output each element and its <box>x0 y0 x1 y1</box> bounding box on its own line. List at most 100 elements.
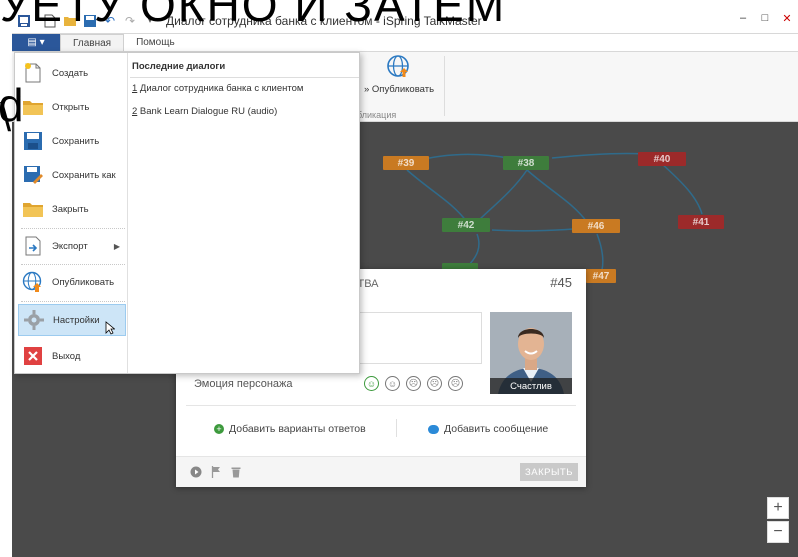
menu-item-label: Создать <box>52 67 89 79</box>
recent-dialogues-panel: Последние диалоги 1 Диалог сотрудника ба… <box>130 53 359 373</box>
emotion-neutral-icon[interactable]: ☹ <box>406 376 421 391</box>
close-window-button[interactable]: ✕ <box>776 8 798 28</box>
menu-item-save[interactable]: Сохранить <box>18 125 126 157</box>
maximize-button[interactable]: □ <box>754 8 776 28</box>
menu-separator <box>21 264 125 265</box>
file-menu-button[interactable]: ▤ ▾ <box>12 34 60 51</box>
new-document-icon <box>22 62 44 84</box>
menu-item-export[interactable]: Экспорт ▶ <box>18 230 126 262</box>
close-card-button[interactable]: ЗАКРЫТЬ <box>520 463 578 481</box>
recent-title: Последние диалоги <box>132 61 226 72</box>
quick-access-toolbar: ↶ ↷ ▾ <box>42 13 158 29</box>
tab-help[interactable]: Помощь <box>124 34 187 51</box>
recent-item-2[interactable]: 2 Bank Learn Dialogue RU (audio) <box>132 106 277 117</box>
zoom-out-button[interactable]: − <box>767 521 789 543</box>
overlay-caption-side-2: \ <box>0 96 12 140</box>
ribbon-group-label: бликация <box>357 110 397 120</box>
app-window: ↶ ↷ ▾ Диалог сотрудника банка с клиентом… <box>0 0 798 557</box>
add-message-button[interactable]: Добавить сообщение <box>428 423 548 435</box>
new-doc-icon[interactable] <box>42 13 58 29</box>
menu-separator <box>21 228 125 229</box>
publish-button[interactable]: » Опубликовать <box>357 54 441 104</box>
menu-item-publish[interactable]: Опубликовать <box>18 266 126 298</box>
menu-item-settings[interactable]: Настройки <box>18 304 126 336</box>
menu-item-label: Сохранить <box>52 135 100 147</box>
add-plus-icon: + <box>214 424 224 434</box>
add-answers-button[interactable]: + Добавить варианты ответов <box>214 423 366 435</box>
emotion-smile-icon[interactable]: ☺ <box>385 376 400 391</box>
recent-item-label: Диалог сотрудника банка с клиентом <box>137 83 304 94</box>
emotion-caption: Счастлив <box>490 378 572 394</box>
exit-icon <box>22 345 44 367</box>
emotion-selector: ☺ ☺ ☹ ☹ ☹ <box>364 376 463 391</box>
save-as-icon <box>22 164 44 186</box>
close-folder-icon <box>22 198 44 220</box>
folder-icon <box>22 96 44 118</box>
open-folder-icon[interactable] <box>62 13 78 29</box>
menu-item-label: Закрыть <box>52 203 89 215</box>
node-39[interactable]: #39 <box>383 156 429 170</box>
emotion-happy-icon[interactable]: ☺ <box>364 376 379 391</box>
ribbon-tabs: ▤ ▾ Главная Помощь <box>12 34 798 52</box>
save-icon <box>22 130 44 152</box>
card-footer: ЗАКРЫТЬ <box>176 456 586 487</box>
submenu-arrow-icon: ▶ <box>113 241 120 251</box>
menu-item-save-as[interactable]: Сохранить как <box>18 159 126 191</box>
zoom-in-button[interactable]: + <box>767 497 789 519</box>
window-controls: – □ ✕ <box>732 8 798 30</box>
recent-divider <box>130 77 359 78</box>
card-vertical-separator <box>396 419 397 437</box>
publish-globe-icon <box>22 271 44 293</box>
node-42[interactable]: #42 <box>442 218 490 232</box>
menu-item-close[interactable]: Закрыть <box>18 193 126 225</box>
node-41[interactable]: #41 <box>678 215 724 229</box>
menu-item-exit[interactable]: Выход <box>18 340 126 372</box>
node-40[interactable]: #40 <box>638 152 686 166</box>
message-textarea[interactable] <box>342 312 482 364</box>
character-photo[interactable]: Счастлив <box>490 312 572 394</box>
app-icon[interactable] <box>16 13 32 29</box>
node-38[interactable]: #38 <box>503 156 549 170</box>
file-menu-dropdown: Создать Открыть Сохранить Сохранить как … <box>14 52 360 374</box>
menu-item-label: Сохранить как <box>52 169 116 181</box>
flag-icon[interactable] <box>210 466 222 478</box>
menu-item-label: Опубликовать <box>52 276 115 288</box>
title-bar: ↶ ↷ ▾ Диалог сотрудника банка с клиентом… <box>12 8 798 34</box>
emotion-angry-icon[interactable]: ☹ <box>448 376 463 391</box>
tab-home[interactable]: Главная <box>60 34 125 51</box>
publish-prefix: » <box>363 84 370 95</box>
add-message-label: Добавить сообщение <box>444 423 549 435</box>
card-number: #45 <box>550 275 572 290</box>
window-title: Диалог сотрудника банка с клиентом - iSp… <box>166 13 482 28</box>
publish-globe-icon <box>387 55 409 77</box>
recent-item-label: Bank Learn Dialogue RU (audio) <box>137 106 278 117</box>
menu-item-label: Настройки <box>53 314 100 326</box>
message-bubble-icon <box>428 424 439 434</box>
menu-item-label: Выход <box>52 350 81 362</box>
recent-item-1[interactable]: 1 Диалог сотрудника банка с клиентом <box>132 83 303 94</box>
menu-separator <box>21 301 125 302</box>
menu-item-create[interactable]: Создать <box>18 57 126 89</box>
node-47[interactable]: #47 <box>586 269 616 283</box>
undo-icon[interactable]: ↶ <box>102 13 118 29</box>
menu-item-label: Экспорт <box>52 240 88 252</box>
gear-icon <box>23 309 45 331</box>
trash-icon[interactable] <box>230 466 242 478</box>
publish-label: Опубликовать <box>371 84 435 95</box>
emotion-label: Эмоция персонажа <box>194 378 293 390</box>
emotion-sad-icon[interactable]: ☹ <box>427 376 442 391</box>
play-icon[interactable] <box>190 466 202 478</box>
file-menu-commands: Создать Открыть Сохранить Сохранить как … <box>15 53 128 373</box>
ribbon-separator <box>444 56 445 116</box>
export-icon <box>22 235 44 257</box>
save-icon[interactable] <box>82 13 98 29</box>
customize-icon[interactable]: ▾ <box>142 13 158 29</box>
menu-item-label: Открыть <box>52 101 90 113</box>
mouse-cursor-icon <box>105 321 116 338</box>
minimize-button[interactable]: – <box>732 8 754 28</box>
redo-icon[interactable]: ↷ <box>122 13 138 29</box>
add-answers-label: Добавить варианты ответов <box>229 423 366 435</box>
menu-item-open[interactable]: Открыть <box>18 91 126 123</box>
node-46[interactable]: #46 <box>572 219 620 233</box>
card-divider <box>186 405 576 406</box>
